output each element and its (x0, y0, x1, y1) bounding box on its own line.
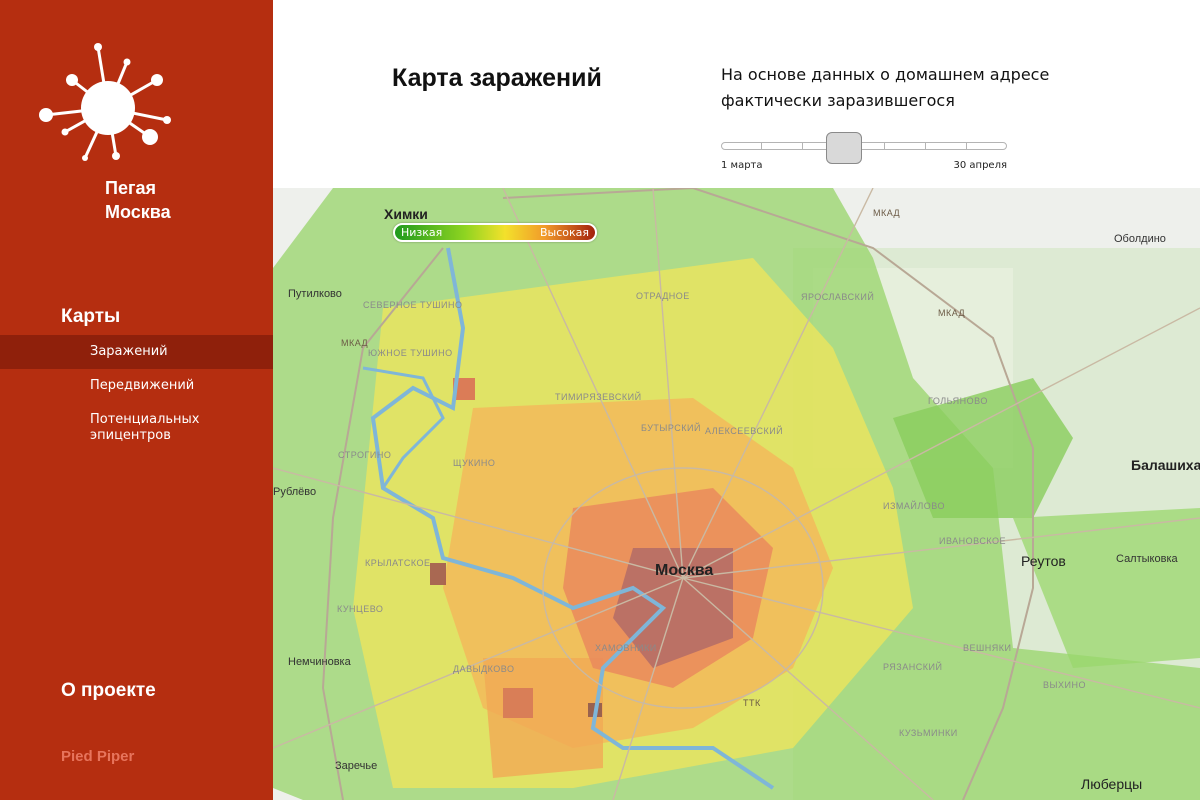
brand-line-1: Пегая (105, 178, 156, 198)
district-label: АЛЕКСЕЕВСКИЙ (705, 426, 784, 436)
district-label: СЕВЕРНОЕ ТУШИНО (363, 300, 463, 310)
district-label: СТРОГИНО (338, 450, 392, 460)
district-label: КУНЦЕВО (337, 604, 384, 614)
district-label: КРЫЛАТСКОЕ (365, 558, 431, 568)
slider-tick (802, 142, 803, 150)
place-label-oboldino: Оболдино (1114, 233, 1166, 245)
road-label-mkad: МКАД (341, 338, 369, 348)
district-label: ЯРОСЛАВСКИЙ (801, 292, 875, 302)
maps-nav: Заражений Передвижений Потенциальных эпи… (0, 335, 273, 453)
place-label-khimki: Химки (384, 206, 428, 222)
district-label: ВЕШНЯКИ (963, 643, 1012, 653)
district-label: ГОЛЬЯНОВО (928, 396, 988, 406)
district-label: ОТРАДНОЕ (636, 291, 690, 301)
maps-section-title[interactable]: Карты (61, 306, 120, 328)
district-label: ИЗМАЙЛОВО (883, 501, 945, 511)
nav-item-movements[interactable]: Передвижений (0, 369, 273, 403)
place-label-saltykovka: Салтыковка (1116, 553, 1178, 565)
district-label: ЩУКИНО (453, 458, 496, 468)
district-label: ИВАНОВСКОЕ (939, 536, 1007, 546)
header: Карта заражений На основе данных о домаш… (273, 0, 1200, 188)
district-label: РЯЗАНСКИЙ (883, 662, 943, 672)
brand-name: Пегая Москва (105, 176, 171, 224)
place-label-moscow: Москва (655, 562, 714, 579)
place-label-rublevo: Рублёво (273, 486, 317, 498)
district-label: ВЫХИНО (1043, 680, 1086, 690)
slider-tick (925, 142, 926, 150)
place-label-balashikha: Балашиха (1131, 457, 1200, 473)
virus-logo-icon[interactable] (30, 40, 180, 170)
nav-item-epicenters[interactable]: Потенциальных эпицентров (0, 403, 273, 453)
slider-start-label: 1 марта (721, 160, 763, 171)
district-label: ТИМИРЯЗЕВСКИЙ (555, 392, 642, 402)
legend-high-label: Высокая (539, 226, 589, 239)
place-label-reutov: Реутов (1021, 553, 1066, 569)
district-label: ХАМОВНИКИ (595, 643, 657, 653)
slider-thumb[interactable] (826, 132, 862, 164)
date-slider[interactable]: 1 марта 30 апреля (721, 132, 1007, 172)
slider-tick (884, 142, 885, 150)
district-label: ДАВЫДКОВО (453, 664, 515, 674)
page-title: Карта заражений (392, 64, 602, 92)
road-label-mkad: МКАД (873, 208, 901, 218)
road-label-mkad: МКАД (938, 308, 966, 318)
slider-track[interactable] (721, 142, 1007, 150)
about-link[interactable]: О проекте (61, 680, 156, 702)
slider-tick (761, 142, 762, 150)
place-label-lyubertsy: Люберцы (1081, 776, 1143, 792)
density-legend: Низкая Высокая (393, 223, 597, 242)
district-label: БУТЫРСКИЙ (641, 423, 701, 433)
district-label: ЮЖНОЕ ТУШИНО (368, 348, 453, 358)
brand-line-2: Москва (105, 202, 171, 222)
map-canvas (273, 188, 1200, 800)
slider-end-label: 30 апреля (953, 160, 1007, 171)
sidebar: Пегая Москва Карты Заражений Передвижени… (0, 0, 273, 800)
infection-map[interactable]: Низкая Высокая Химки Москва Реутов Балаш… (273, 188, 1200, 800)
footer-brand[interactable]: Pied Piper (61, 748, 134, 765)
map-description: На основе данных о домашнем адресе факти… (721, 65, 1050, 110)
slider-tick (966, 142, 967, 150)
place-label-putilkovo: Путилково (288, 288, 342, 300)
district-label: КУЗЬМИНКИ (899, 728, 958, 738)
place-label-nemchinovka: Немчиновка (288, 656, 351, 668)
road-label-ttk: ТТК (743, 698, 761, 708)
nav-item-infections[interactable]: Заражений (0, 335, 273, 369)
place-label-zarechye: Заречье (335, 760, 378, 772)
legend-low-label: Низкая (401, 226, 443, 239)
